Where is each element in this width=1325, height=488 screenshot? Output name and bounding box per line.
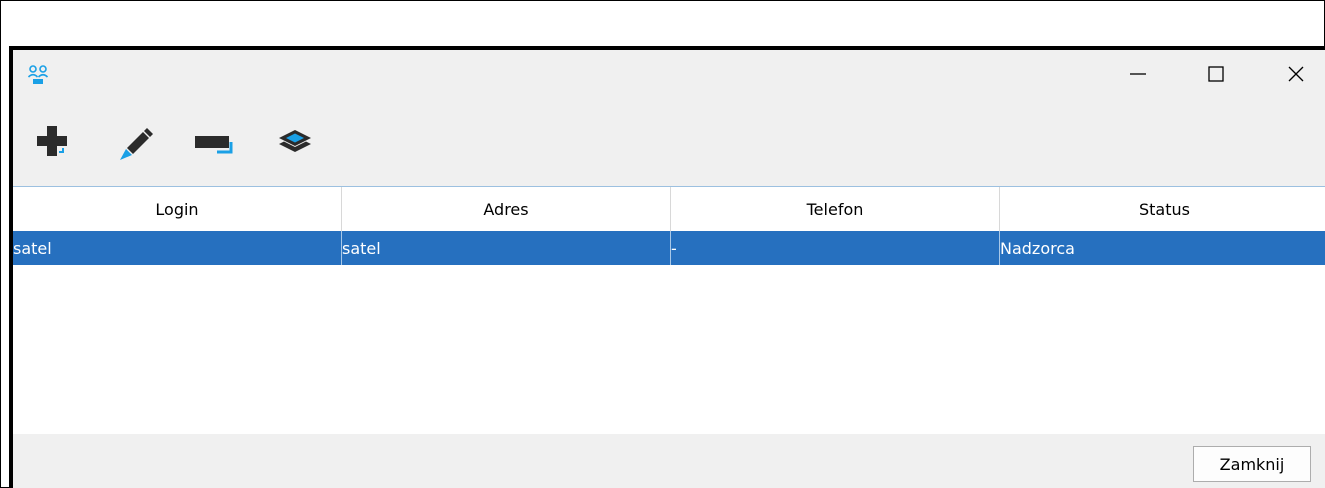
remove-button[interactable] <box>191 120 239 168</box>
edit-button[interactable] <box>111 120 159 168</box>
column-header-adres[interactable]: Adres <box>342 187 671 231</box>
column-header-status[interactable]: Status <box>1000 187 1325 231</box>
column-header-telefon[interactable]: Telefon <box>671 187 1000 231</box>
layers-button[interactable] <box>271 120 319 168</box>
add-user-icon <box>33 122 73 166</box>
minimize-icon <box>1129 65 1147 87</box>
cell-login: satel <box>13 231 342 265</box>
toolbar <box>13 114 1325 174</box>
title-bar[interactable] <box>13 50 1325 102</box>
remove-icon <box>193 122 237 166</box>
table-header: Login Adres Telefon Status <box>13 187 1325 231</box>
pencil-icon <box>115 122 155 166</box>
minimize-button[interactable] <box>1115 56 1161 96</box>
close-icon <box>1287 65 1305 87</box>
maximize-icon <box>1207 65 1225 87</box>
layers-icon <box>275 122 315 166</box>
users-icon <box>27 62 51 86</box>
cell-status: Nadzorca <box>1000 238 1075 258</box>
users-table: Login Adres Telefon Status satel satel -… <box>13 186 1325 435</box>
users-window: Login Adres Telefon Status satel satel -… <box>9 46 1325 488</box>
maximize-button[interactable] <box>1193 56 1239 96</box>
close-window-button[interactable] <box>1273 56 1319 96</box>
close-button[interactable]: Zamknij <box>1193 446 1311 482</box>
cell-adres: satel <box>342 231 671 265</box>
cell-telefon: - <box>671 231 1000 265</box>
column-header-login[interactable]: Login <box>13 187 342 231</box>
footer: Zamknij <box>13 434 1325 488</box>
add-user-button[interactable] <box>29 120 77 168</box>
table-row[interactable]: satel satel - Nadzorca <box>13 231 1325 265</box>
